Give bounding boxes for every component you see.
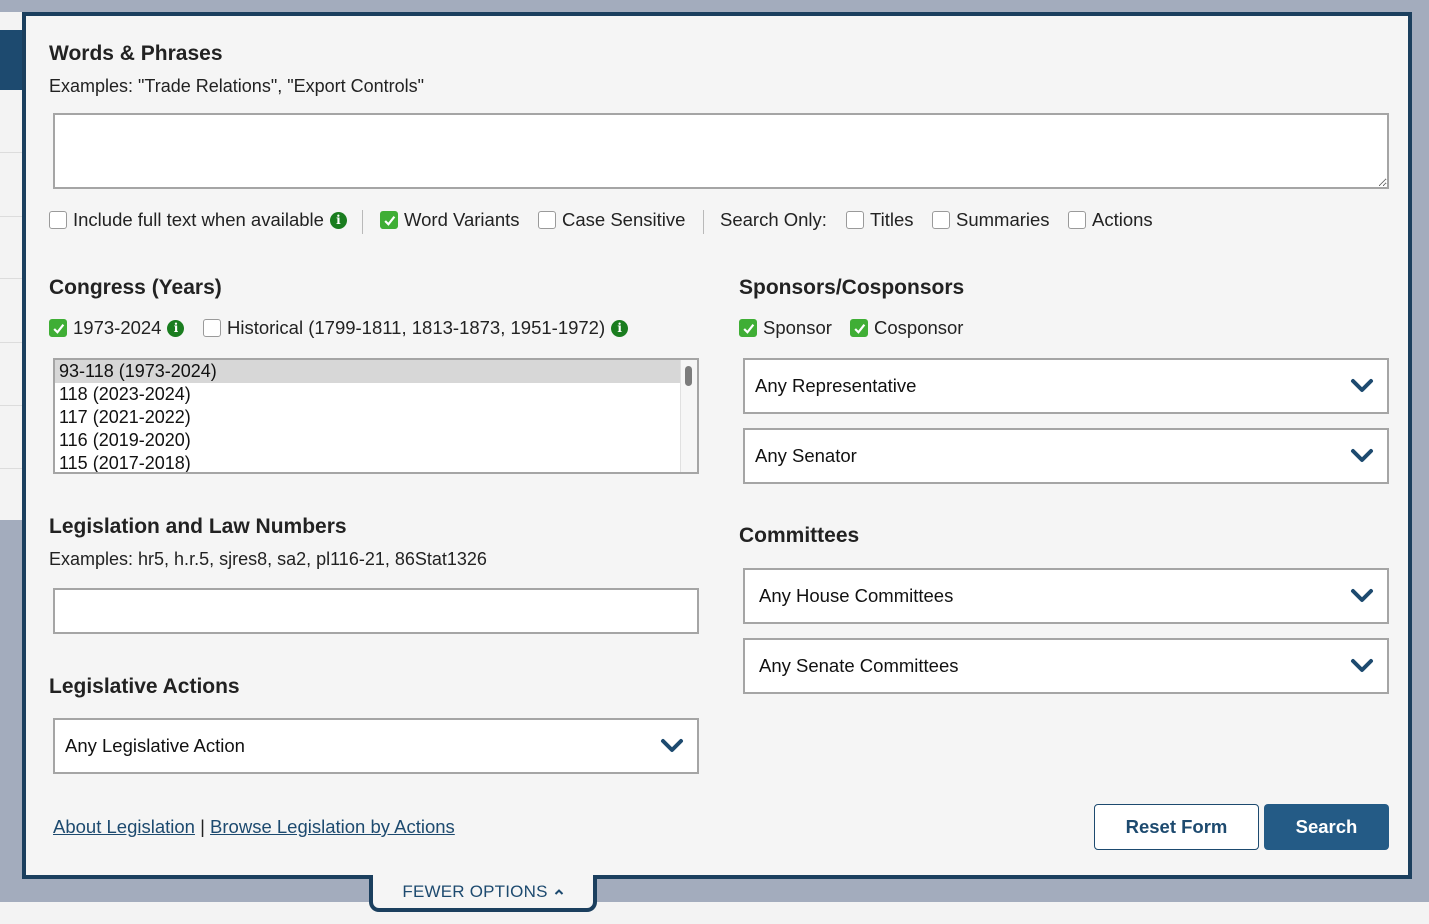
divider — [0, 405, 24, 406]
search-only-label: Search Only: — [720, 209, 827, 230]
senate-committee-select[interactable]: Any Senate Committees — [743, 638, 1389, 694]
house-committee-value: Any House Committees — [759, 585, 954, 606]
chevron-down-icon — [1349, 587, 1375, 605]
divider — [0, 278, 24, 279]
background-band — [0, 902, 1429, 924]
background-sidebar — [0, 12, 24, 520]
full-text-label: Include full text when available — [73, 209, 324, 230]
divider — [0, 152, 24, 153]
congress-option[interactable]: 116 (2019-2020) — [55, 429, 680, 452]
fewer-options-toggle[interactable]: FEWER OPTIONS — [369, 875, 597, 912]
checkbox-unchecked-icon[interactable] — [538, 211, 556, 229]
chevron-down-icon — [1349, 447, 1375, 465]
search-button[interactable]: Search — [1264, 804, 1389, 850]
congress-option[interactable]: 117 (2021-2022) — [55, 406, 680, 429]
chevron-up-icon — [554, 888, 564, 896]
senator-value: Any Senator — [755, 445, 857, 466]
legislative-action-value: Any Legislative Action — [65, 735, 245, 756]
listbox-scrollbar[interactable] — [680, 360, 697, 472]
word-variants-checkbox[interactable]: Word Variants — [380, 209, 520, 231]
sponsors-heading: Sponsors/Cosponsors — [739, 276, 965, 299]
sponsor-checkbox[interactable]: Sponsor — [739, 317, 832, 339]
case-sensitive-checkbox[interactable]: Case Sensitive — [538, 209, 685, 231]
checkbox-unchecked-icon[interactable] — [1068, 211, 1086, 229]
full-text-checkbox[interactable]: Include full text when available i — [49, 209, 347, 231]
info-icon[interactable]: i — [329, 211, 347, 229]
checkbox-checked-icon[interactable] — [380, 211, 398, 229]
legislative-action-select[interactable]: Any Legislative Action — [53, 718, 699, 774]
senator-select[interactable]: Any Senator — [743, 428, 1389, 484]
checkbox-checked-icon[interactable] — [49, 319, 67, 337]
congress-heading: Congress (Years) — [49, 276, 222, 299]
link-divider: | — [200, 816, 205, 837]
words-phrases-input[interactable] — [53, 113, 1389, 189]
checkbox-unchecked-icon[interactable] — [932, 211, 950, 229]
words-phrases-heading: Words & Phrases — [49, 42, 223, 65]
scrollbar-thumb[interactable] — [685, 366, 692, 386]
background-sidebar-header — [0, 30, 24, 90]
divider — [362, 210, 363, 234]
congress-listbox[interactable]: 93-118 (1973-2024) 118 (2023-2024) 117 (… — [53, 358, 699, 474]
browse-actions-link[interactable]: Browse Legislation by Actions — [210, 816, 455, 837]
legislation-numbers-heading: Legislation and Law Numbers — [49, 515, 347, 538]
legislation-numbers-examples: Examples: hr5, h.r.5, sjres8, sa2, pl116… — [49, 549, 487, 569]
senate-committee-value: Any Senate Committees — [759, 655, 959, 676]
congress-option[interactable]: 118 (2023-2024) — [55, 383, 680, 406]
divider — [0, 468, 24, 469]
actions-label: Actions — [1092, 209, 1153, 230]
cosponsor-checkbox[interactable]: Cosponsor — [850, 317, 963, 339]
representative-select[interactable]: Any Representative — [743, 358, 1389, 414]
summaries-checkbox[interactable]: Summaries — [932, 209, 1050, 231]
sponsor-label: Sponsor — [763, 317, 832, 338]
summaries-label: Summaries — [956, 209, 1050, 230]
legislative-actions-heading: Legislative Actions — [49, 675, 240, 698]
current-congress-label: 1973-2024 — [73, 317, 162, 338]
info-icon[interactable]: i — [167, 319, 185, 337]
representative-value: Any Representative — [755, 375, 917, 396]
fewer-options-label: FEWER OPTIONS — [402, 881, 548, 901]
legislation-numbers-input[interactable] — [53, 588, 699, 634]
about-legislation-link[interactable]: About Legislation — [53, 816, 195, 837]
committees-heading: Committees — [739, 524, 860, 547]
historical-congress-checkbox[interactable]: Historical (1799-1811, 1813-1873, 1951-1… — [203, 317, 629, 339]
titles-label: Titles — [870, 209, 914, 230]
chevron-down-icon — [659, 737, 685, 755]
titles-checkbox[interactable]: Titles — [846, 209, 914, 231]
case-sensitive-label: Case Sensitive — [562, 209, 686, 230]
house-committee-select[interactable]: Any House Committees — [743, 568, 1389, 624]
reset-form-button[interactable]: Reset Form — [1094, 804, 1259, 850]
checkbox-checked-icon[interactable] — [850, 319, 868, 337]
cosponsor-label: Cosponsor — [874, 317, 964, 338]
historical-congress-label: Historical (1799-1811, 1813-1873, 1951-1… — [227, 317, 606, 338]
advanced-search-panel: Words & Phrases Examples: "Trade Relatio… — [22, 12, 1412, 879]
checkbox-unchecked-icon[interactable] — [203, 319, 221, 337]
footer-links: About Legislation | Browse Legislation b… — [53, 816, 455, 838]
actions-checkbox[interactable]: Actions — [1068, 209, 1153, 231]
chevron-down-icon — [1349, 657, 1375, 675]
info-icon[interactable]: i — [611, 319, 629, 337]
current-congress-checkbox[interactable]: 1973-2024 i — [49, 317, 185, 339]
divider — [0, 342, 24, 343]
checkbox-unchecked-icon[interactable] — [846, 211, 864, 229]
congress-option[interactable]: 115 (2017-2018) — [55, 452, 680, 472]
congress-option[interactable]: 93-118 (1973-2024) — [55, 360, 680, 383]
divider — [703, 210, 704, 234]
chevron-down-icon — [1349, 377, 1375, 395]
checkbox-checked-icon[interactable] — [739, 319, 757, 337]
divider — [0, 216, 24, 217]
checkbox-unchecked-icon[interactable] — [49, 211, 67, 229]
word-variants-label: Word Variants — [404, 209, 520, 230]
words-phrases-examples: Examples: "Trade Relations", "Export Con… — [49, 76, 425, 96]
